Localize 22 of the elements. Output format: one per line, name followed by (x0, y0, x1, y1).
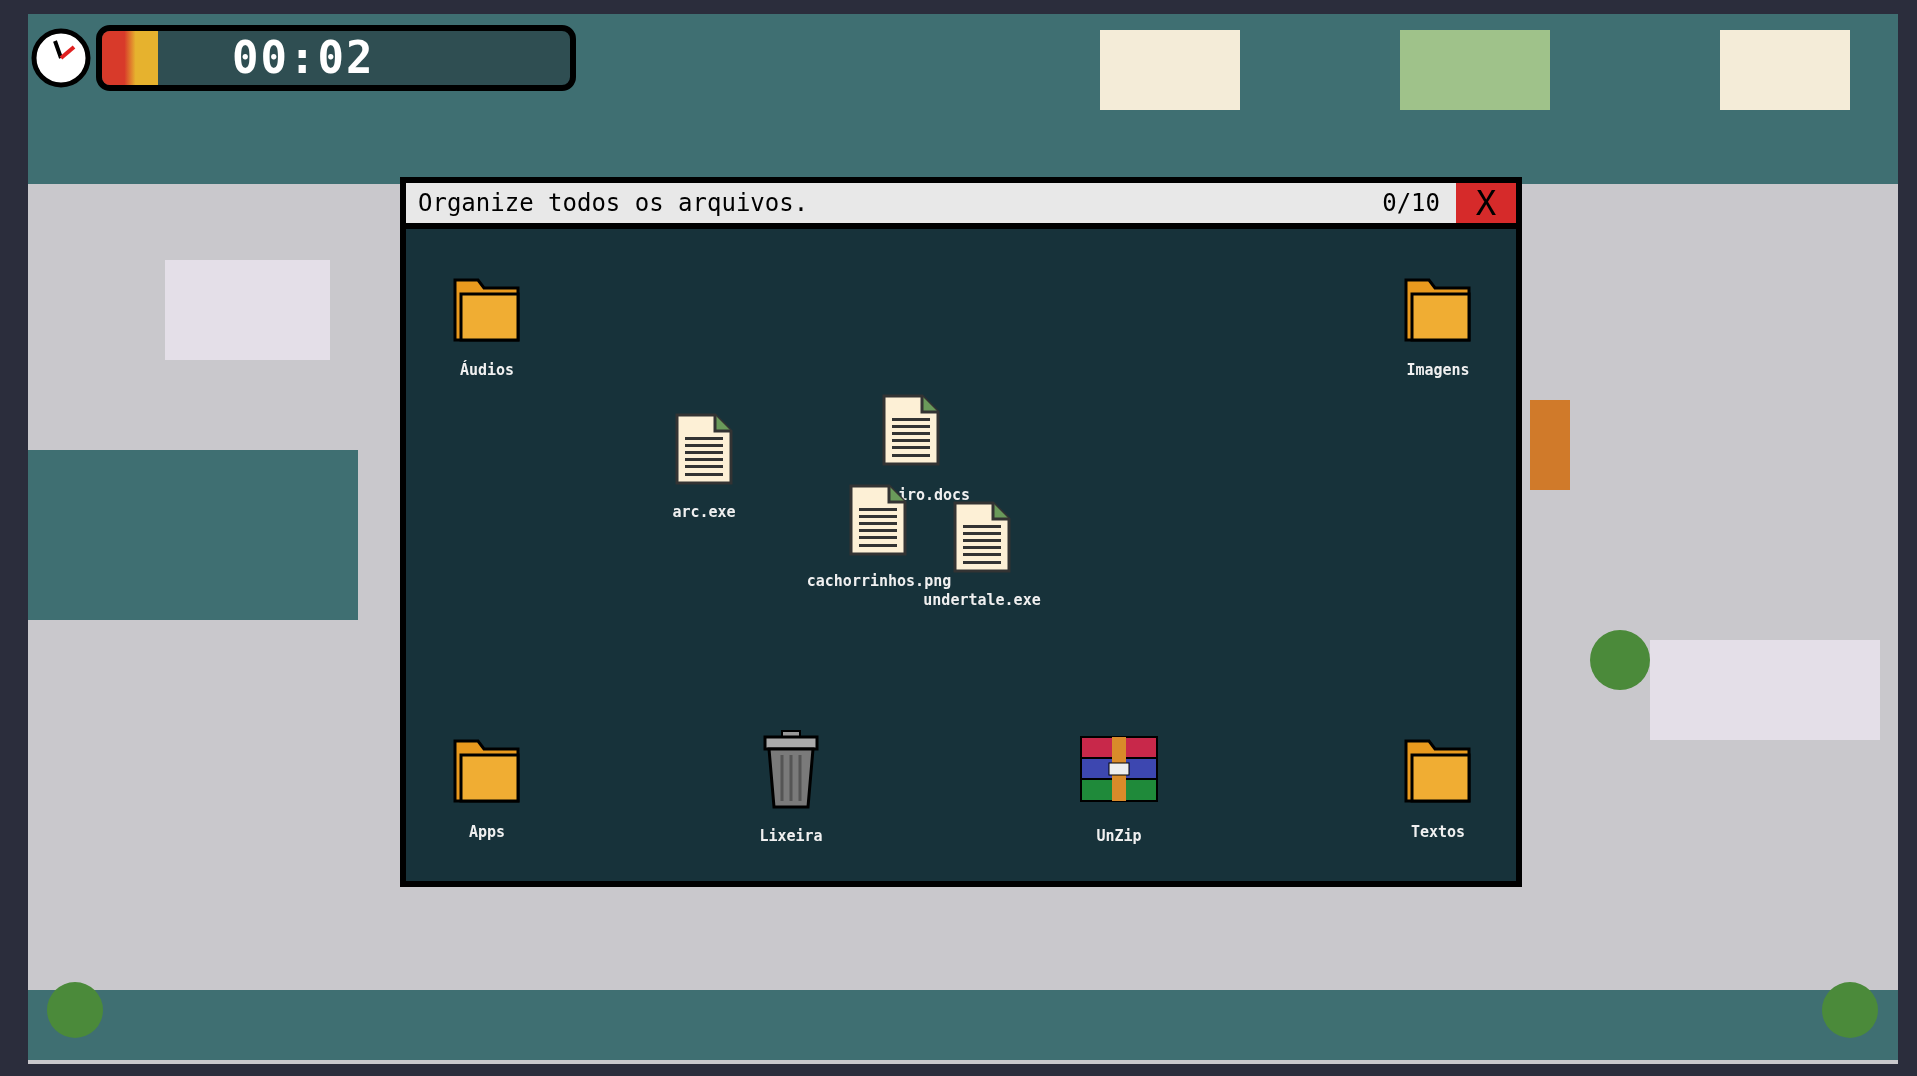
document-icon[interactable] (882, 394, 940, 466)
archive-icon[interactable] (1079, 735, 1159, 803)
file-label: UnZip (1096, 826, 1142, 847)
file-label: cachorrinhos.png (806, 571, 952, 592)
close-button[interactable]: X (1456, 183, 1516, 223)
trash-icon[interactable] (762, 729, 820, 809)
file-label: Lixeira (759, 826, 823, 847)
file-label: Imagens (1406, 360, 1470, 381)
file-label: undertale.exe (923, 590, 1041, 611)
file-label: Áudios (459, 359, 515, 381)
document-icon[interactable] (675, 413, 733, 485)
file-label: iro.docs (897, 485, 971, 506)
timer-text: 00:02 (232, 36, 375, 80)
plant (47, 982, 103, 1038)
plant (1822, 982, 1878, 1038)
dialog-title: Organize todos os arquivos. (418, 188, 810, 219)
document-icon[interactable] (953, 501, 1011, 573)
file-label: arc.exe (672, 502, 736, 523)
plant (1590, 630, 1650, 690)
progress-counter: 0/10 (1382, 188, 1440, 219)
file-label: Apps (468, 822, 506, 843)
file-label: Textos (1410, 822, 1466, 843)
